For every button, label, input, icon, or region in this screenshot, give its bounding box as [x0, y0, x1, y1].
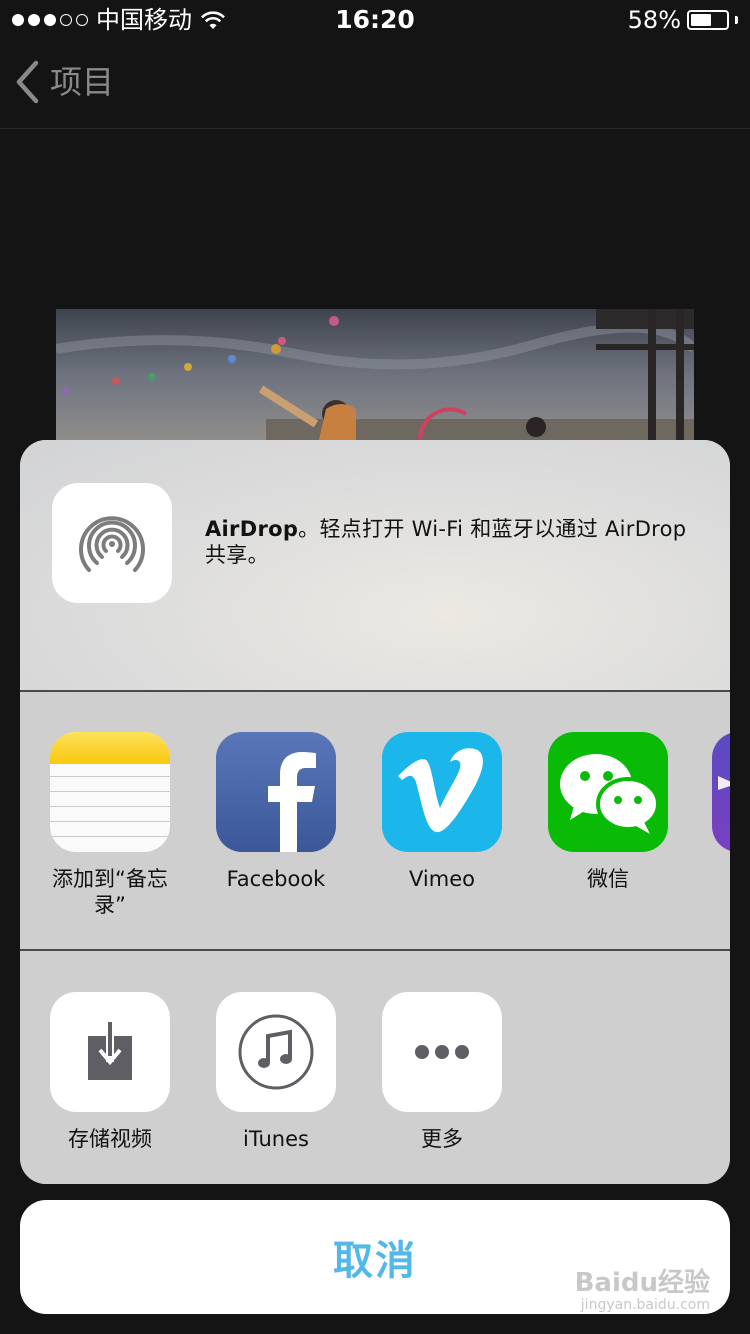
notes-icon [50, 732, 170, 852]
vimeo-icon [382, 732, 502, 852]
battery-icon [687, 10, 729, 30]
airdrop-section: AirDrop。轻点打开 Wi-Fi 和蓝牙以通过 AirDrop 共享。 [20, 440, 730, 692]
watermark-logo: Baidu经验 [574, 1268, 710, 1298]
back-label: 项目 [50, 63, 115, 101]
action-label: iTunes [243, 1127, 309, 1151]
wechat-icon [548, 732, 668, 852]
watermark: Baidu经验 jingyan.baidu.com [575, 1262, 710, 1313]
action-itunes[interactable]: iTunes [216, 992, 336, 1152]
battery-percent: 58% [627, 6, 681, 34]
share-app-label: 微信 [587, 867, 629, 891]
action-more[interactable]: 更多 [382, 992, 502, 1152]
battery-fill [691, 14, 711, 26]
share-app-vimeo[interactable]: Vimeo [382, 732, 502, 892]
more-icon [382, 992, 502, 1112]
itunes-icon [216, 992, 336, 1112]
share-actions-row: 存储视频 iTunes 更多 [20, 951, 730, 1184]
share-app-label: 添加到“备忘录” [52, 867, 168, 917]
share-app-partial[interactable] [712, 732, 730, 852]
photo-scene [56, 309, 694, 444]
watermark-url: jingyan.baidu.com [580, 1297, 710, 1313]
battery-cap [735, 16, 738, 24]
facebook-icon [216, 732, 336, 852]
share-apps-row: 添加到“备忘录” Facebook Vimeo 微信 [20, 692, 730, 951]
partial-app-icon [712, 732, 730, 852]
action-save-video[interactable]: 存储视频 [50, 992, 170, 1152]
share-sheet: AirDrop。轻点打开 Wi-Fi 和蓝牙以通过 AirDrop 共享。 添加… [20, 440, 730, 1184]
share-app-wechat[interactable]: 微信 [548, 732, 668, 892]
airdrop-title: AirDrop [205, 517, 299, 541]
share-app-facebook[interactable]: Facebook [216, 732, 336, 892]
share-app-label: Facebook [226, 867, 326, 891]
share-app-label: Vimeo [409, 867, 475, 891]
airdrop-rings-icon [79, 516, 145, 572]
chevron-left-icon [16, 60, 39, 104]
airdrop-description: AirDrop。轻点打开 Wi-Fi 和蓝牙以通过 AirDrop 共享。 [205, 516, 705, 568]
airdrop-icon[interactable] [52, 483, 172, 603]
status-right: 58% [628, 6, 738, 34]
share-app-notes[interactable]: 添加到“备忘录” [50, 732, 170, 918]
save-video-icon [50, 992, 170, 1112]
action-label: 更多 [421, 1127, 463, 1151]
status-bar: 中国移动 16:20 58% [0, 0, 750, 40]
screen: 中国移动 16:20 58% 项目 AirDrop。轻点打开 Wi-Fi 和蓝牙… [0, 0, 750, 1334]
video-thumbnail [56, 309, 694, 444]
action-label: 存储视频 [68, 1127, 152, 1151]
navigation-bar: 项目 [0, 40, 750, 129]
back-button[interactable]: 项目 [14, 60, 114, 104]
